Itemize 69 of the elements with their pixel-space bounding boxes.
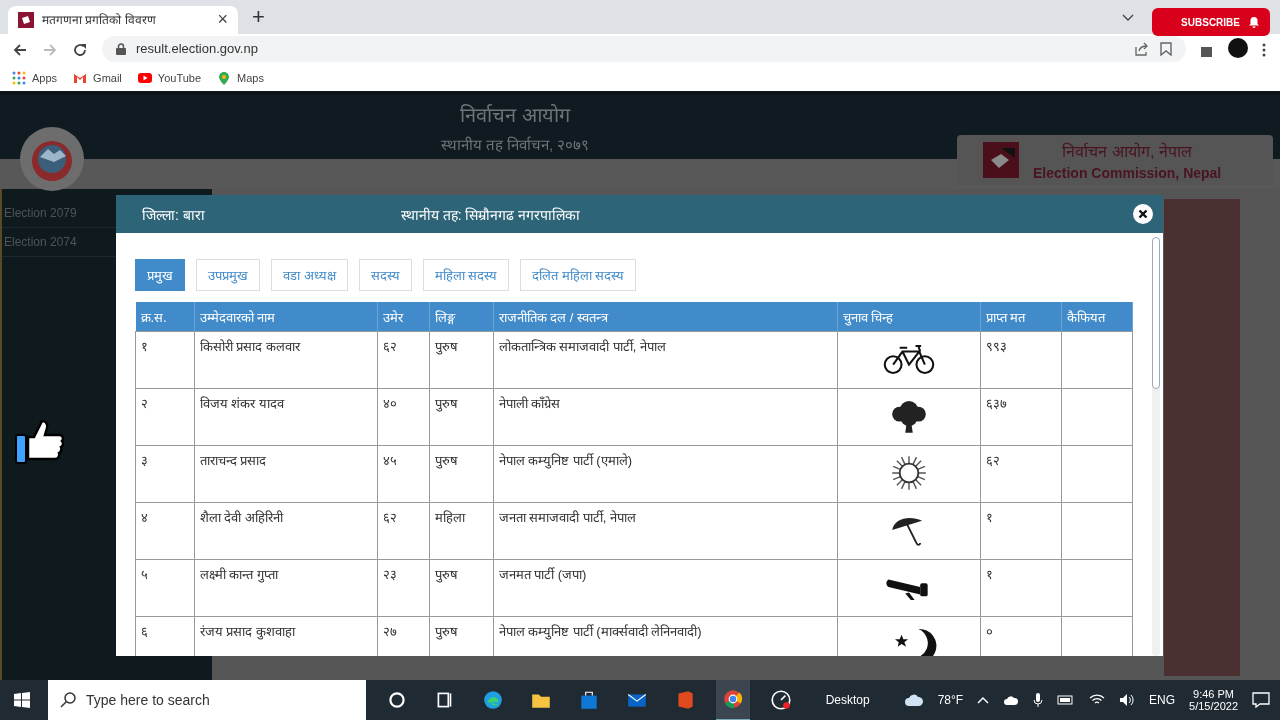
- close-tab-button[interactable]: ×: [217, 9, 228, 31]
- table-cell: पुरुष: [429, 559, 493, 617]
- url-text: result.election.gov.np: [136, 41, 258, 57]
- desktop-toolbar[interactable]: Desktop: [825, 693, 870, 707]
- table-cell: ४५: [377, 445, 429, 503]
- table-cell: ४: [135, 502, 194, 560]
- table-cell: विजय शंकर यादव: [194, 388, 377, 446]
- table-cell: ताराचन्द प्रसाद: [194, 445, 377, 503]
- table-cell: ६: [135, 616, 194, 657]
- table-cell: ६३७: [980, 388, 1061, 446]
- table-cell: १: [980, 559, 1061, 617]
- new-tab-button[interactable]: +: [252, 3, 265, 30]
- table-cell: लोकतान्त्रिक समाजवादी पार्टी, नेपाल: [493, 331, 837, 389]
- tab[interactable]: प्रमुख: [135, 259, 185, 292]
- browser-tab[interactable]: मतगणना प्रगतिको विवरण ×: [8, 5, 238, 34]
- table-cell: जनमत पार्टी (जपा): [493, 559, 837, 617]
- district-label: जिल्ला: बारा: [142, 205, 205, 224]
- table-cell: २३: [377, 559, 429, 617]
- table-cell: ४०: [377, 388, 429, 446]
- brand-title: निर्वाचन आयोग, नेपाल: [1061, 141, 1193, 162]
- clock-time[interactable]: 9:46 PM: [1193, 688, 1234, 700]
- table-cell: पुरुष: [429, 331, 493, 389]
- tab[interactable]: महिला सदस्य: [422, 259, 510, 292]
- subscribe-button[interactable]: SUBSCRIBE: [1152, 8, 1270, 36]
- bookmark-link[interactable]: YouTube: [137, 70, 202, 85]
- table-cell: जनता समाजवादी पार्टी, नेपाल: [493, 502, 837, 560]
- language-indicator[interactable]: ENG: [1149, 693, 1176, 707]
- table-cell: ५: [135, 559, 194, 617]
- tab[interactable]: वडा अध्यक्ष: [271, 259, 348, 292]
- table-cell: शैला देवी अहिरिनी: [194, 502, 377, 560]
- table-cell: ९९३: [980, 331, 1061, 389]
- table-cell: नेपाल कम्युनिष्ट पार्टी (एमाले): [493, 445, 837, 503]
- table-cell: महिला: [429, 502, 493, 560]
- site-title: निर्वाचन आयोग: [459, 103, 572, 129]
- search-bar[interactable]: Type here to search: [48, 680, 366, 720]
- column-header: चुनाव चिन्ह: [837, 302, 980, 332]
- clock-date[interactable]: 5/15/2022: [1189, 700, 1238, 712]
- table-cell: पुरुष: [429, 445, 493, 503]
- table-cell: १: [980, 502, 1061, 560]
- column-header: लिङ्ग: [429, 302, 493, 332]
- brand-subtitle: Election Commission, Nepal: [1033, 164, 1222, 181]
- table-cell: १: [135, 331, 194, 389]
- tab[interactable]: उपप्रमुख: [196, 259, 260, 292]
- table-cell: किसोरी प्रसाद कलवार: [194, 331, 377, 389]
- tab-title: मतगणना प्रगतिको विवरण: [42, 12, 157, 29]
- column-header: उमेर: [377, 302, 429, 332]
- tab[interactable]: दलित महिला सदस्य: [520, 259, 637, 292]
- table-cell: नेपाली काँग्रेस: [493, 388, 837, 446]
- table-cell: ६२: [377, 331, 429, 389]
- table-cell: ६२: [377, 502, 429, 560]
- column-header: उम्मेदवारको नाम: [194, 302, 377, 332]
- weather-text[interactable]: 78°F: [937, 693, 964, 707]
- column-header: क्र.स.: [135, 302, 194, 332]
- search-input[interactable]: Type here to search: [86, 682, 354, 718]
- address-bar[interactable]: result.election.gov.np: [102, 35, 1186, 62]
- bookmark-link[interactable]: Gmail: [73, 70, 122, 85]
- column-header: कैफियत: [1061, 302, 1133, 332]
- bookmark-link[interactable]: Apps: [12, 70, 58, 85]
- table-cell: लक्ष्मी कान्त गुप्ता: [194, 559, 377, 617]
- site-subtitle: स्थानीय तह निर्वाचन, २०७९: [439, 135, 591, 155]
- tab[interactable]: सदस्य: [358, 259, 412, 292]
- bookmark-link[interactable]: Maps: [217, 70, 264, 85]
- table-cell: ६२: [980, 445, 1061, 503]
- table-cell: ३: [135, 445, 194, 503]
- column-header: प्राप्त मत: [980, 302, 1061, 332]
- column-header: राजनीतिक दल / स्वतन्त्र: [493, 302, 837, 332]
- table-cell: २: [135, 388, 194, 446]
- table-cell: पुरुष: [429, 388, 493, 446]
- local-level-label: स्थानीय तह: सिम्रौनगढ नगरपालिका: [400, 205, 581, 224]
